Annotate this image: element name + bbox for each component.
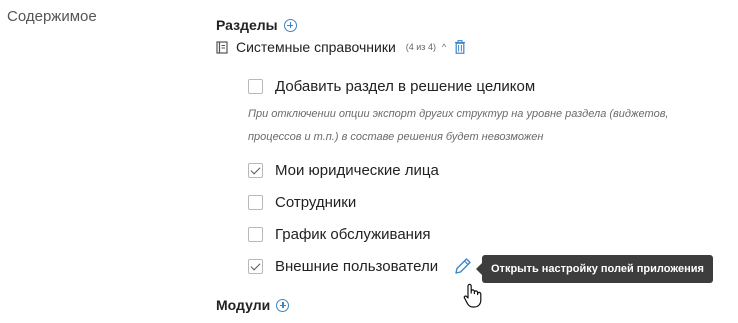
- content-label: Содержимое: [7, 8, 97, 25]
- hint-line-2: процессов и т.п.) в составе решения буде…: [248, 131, 544, 143]
- add-whole-section-label: Добавить раздел в решение целиком: [275, 77, 536, 95]
- edit-fields-tooltip: Открыть настройку полей приложения: [476, 255, 713, 283]
- add-section-icon[interactable]: [283, 18, 297, 32]
- section-item-checkbox[interactable]: [248, 258, 263, 274]
- section-item-label: Внешние пользователи: [275, 257, 439, 275]
- section-item-label: Сотрудники: [275, 193, 357, 211]
- trash-icon[interactable]: [454, 40, 466, 54]
- hint-line-1: При отключении опции экспорт других стру…: [248, 108, 669, 120]
- hand-cursor-icon: [463, 283, 483, 314]
- catalog-count: (4 из 4): [405, 42, 436, 52]
- add-whole-section-option[interactable]: Добавить раздел в решение целиком: [248, 76, 535, 96]
- section-item[interactable]: График обслуживания: [248, 224, 430, 244]
- sections-header: Разделы: [216, 16, 297, 34]
- section-item-label: График обслуживания: [275, 225, 431, 243]
- section-item[interactable]: Внешние пользователи: [248, 256, 438, 276]
- collapse-caret-icon[interactable]: ^: [442, 42, 446, 52]
- add-whole-section-checkbox[interactable]: [248, 78, 263, 94]
- add-module-icon[interactable]: [276, 298, 290, 312]
- catalog-row: Системные справочники (4 из 4) ^: [216, 38, 466, 56]
- modules-title: Модули: [216, 297, 271, 313]
- pencil-icon[interactable]: [453, 256, 473, 276]
- section-item-checkbox[interactable]: [248, 194, 263, 210]
- section-item[interactable]: Мои юридические лица: [248, 160, 439, 180]
- catalog-name: Системные справочники: [236, 39, 396, 55]
- sections-title: Разделы: [216, 17, 278, 33]
- book-icon: [216, 40, 228, 54]
- section-item-checkbox[interactable]: [248, 226, 263, 242]
- section-item-checkbox[interactable]: [248, 162, 263, 178]
- modules-header: Модули: [216, 297, 290, 313]
- section-item[interactable]: Сотрудники: [248, 192, 356, 212]
- section-item-label: Мои юридические лица: [275, 161, 439, 179]
